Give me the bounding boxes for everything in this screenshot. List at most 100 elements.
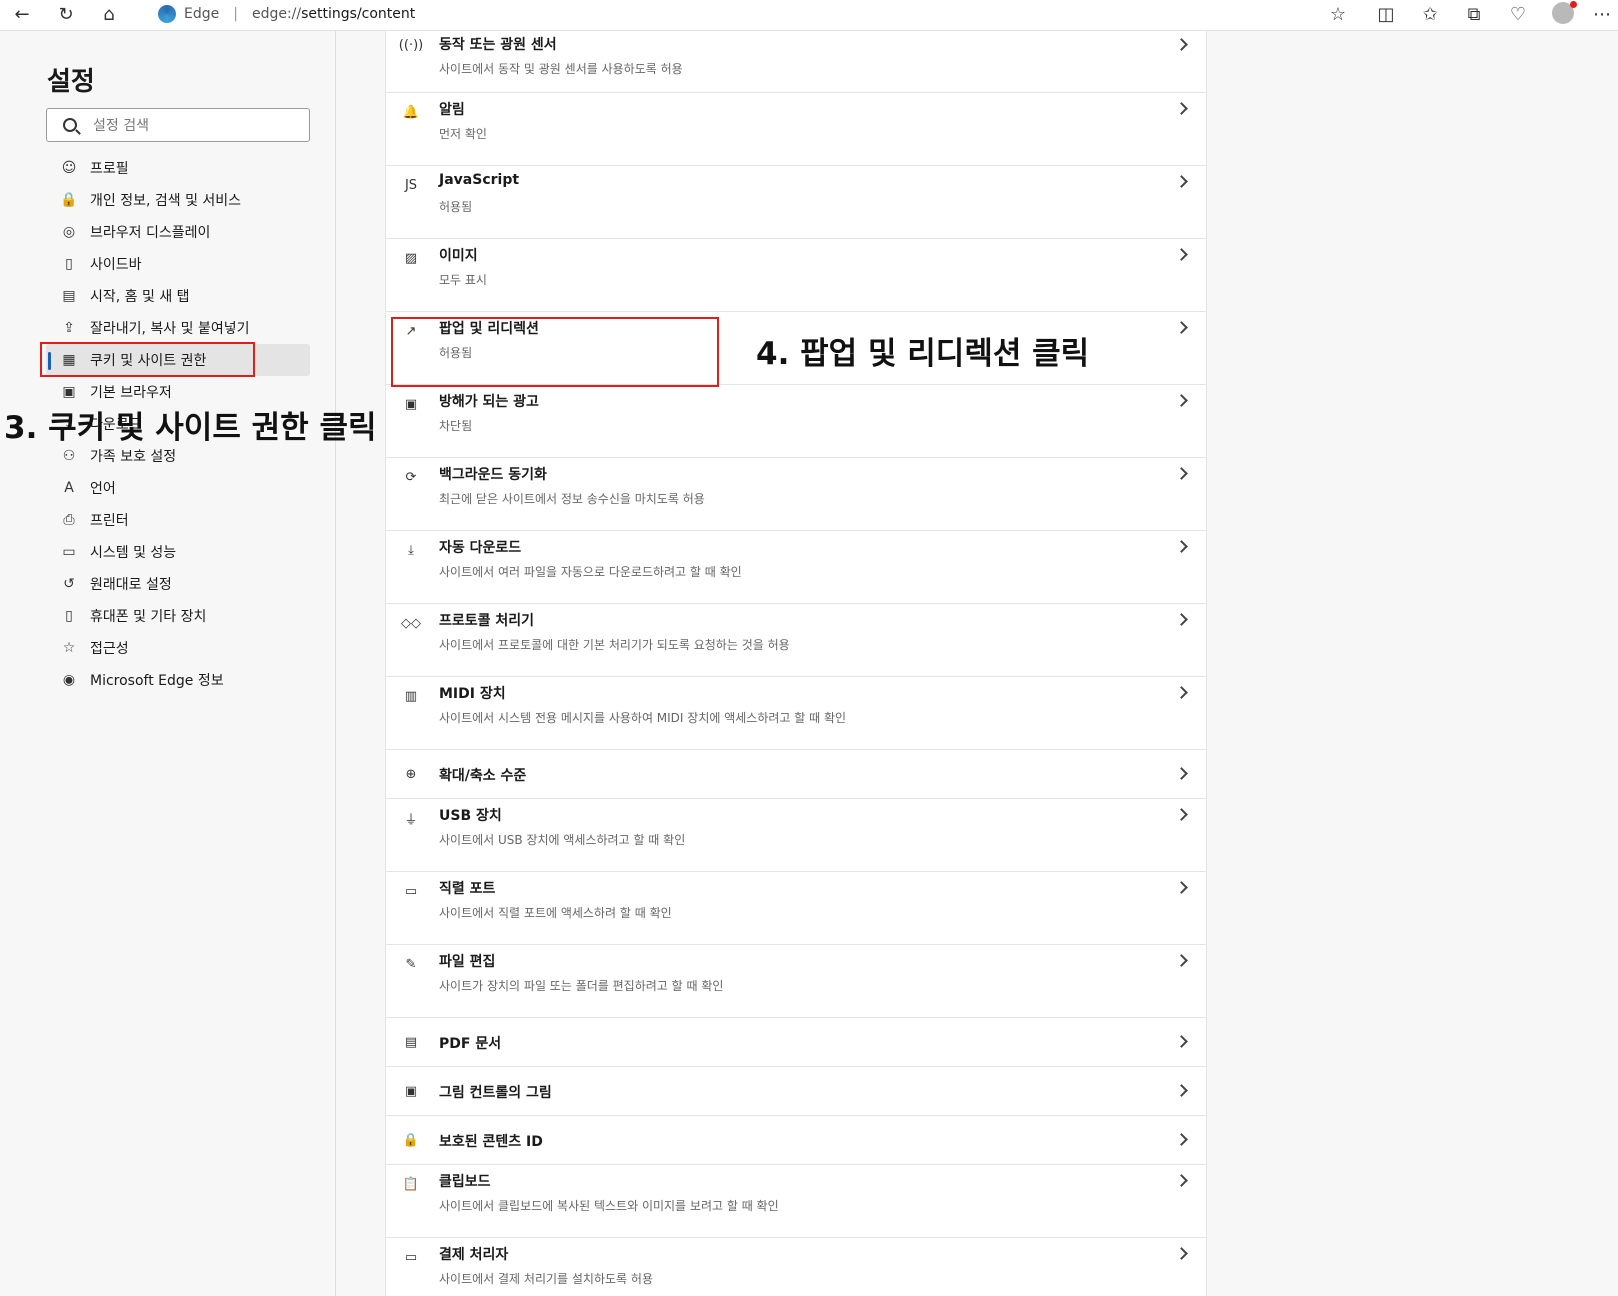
content-row-6[interactable]: ⟳ 백그라운드 동기화 최근에 닫은 사이트에서 정보 송수신을 마치도록 허용 (386, 458, 1206, 531)
favorites-icon[interactable]: ✩ (1414, 0, 1446, 28)
home-icon[interactable]: ⌂ (93, 0, 125, 28)
content-row-5[interactable]: ▣ 방해가 되는 광고 차단됨 (386, 385, 1206, 458)
favorite-star-icon[interactable]: ☆ (1322, 0, 1354, 28)
content-row-0[interactable]: ((·)) 동작 또는 광원 센서 사이트에서 동작 및 광원 센서를 사용하도록 … (386, 31, 1206, 93)
javascript-icon: JS (404, 177, 418, 193)
sidebar-item-1[interactable]: 🔒 개인 정보, 검색 및 서비스 (46, 184, 310, 216)
settings-title: 설정 (47, 67, 95, 97)
sidebar-item-label: 개인 정보, 검색 및 서비스 (90, 193, 242, 209)
sidebar-item-label: 브라우저 디스플레이 (90, 225, 211, 241)
content-row-9[interactable]: ▥ MIDI 장치 사이트에서 시스템 전용 메시지를 사용하여 MIDI 장치에 … (386, 677, 1206, 750)
back-arrow-icon[interactable]: ← (6, 0, 38, 28)
sidebar-item-label: 가족 보호 설정 (90, 449, 177, 465)
refresh-icon[interactable]: ↻ (50, 0, 82, 28)
chevron-right-icon (1175, 1174, 1188, 1187)
language-icon: A (64, 480, 74, 496)
usb-icon: ⏚ (404, 812, 418, 828)
address-separator: | (233, 6, 238, 22)
row-subtitle: 사이트가 장치의 파일 또는 폴더를 편집하려고 할 때 확인 (439, 979, 724, 993)
sidebar-item-2[interactable]: ◎ 브라우저 디스플레이 (46, 216, 310, 248)
sidebar-item-12[interactable]: ▭ 시스템 및 성능 (46, 536, 310, 568)
url-prefix: edge:// (251, 6, 302, 22)
content-row-12[interactable]: ▭ 직렬 포트 사이트에서 직렬 포트에 액세스하려 할 때 확인 (386, 872, 1206, 945)
highlight-box-popups (391, 317, 719, 387)
row-subtitle: 사이트에서 결제 처리기를 설치하도록 허용 (439, 1272, 653, 1286)
browser-icon: ▣ (62, 384, 76, 400)
content-row-3[interactable]: ▨ 이미지모두 표시 (386, 239, 1206, 312)
content-row-16[interactable]: 🔒 보호된 콘텐츠 ID (386, 1116, 1206, 1165)
chevron-right-icon (1175, 613, 1188, 626)
lock-icon: 🔒 (60, 192, 78, 208)
image-icon: ▨ (404, 250, 418, 266)
row-subtitle: 모두 표시 (439, 273, 487, 287)
sidebar-item-0[interactable]: ☺ 프로필 (46, 152, 310, 184)
chevron-right-icon (1175, 540, 1188, 553)
url-path: settings/content (301, 6, 416, 22)
content-row-17[interactable]: 📋 클립보드 사이트에서 클립보드에 복사된 텍스트와 이미지를 보려고 할 때 확… (386, 1165, 1206, 1238)
chevron-right-icon (1175, 248, 1188, 261)
reset-icon: ↺ (63, 576, 75, 592)
row-subtitle: 허용됨 (439, 200, 473, 214)
settings-sidebar: 설정 설정 검색 ☺ 프로필 🔒 개인 정보, 검색 및 서비스 ◎ 브라우저 디스플레이… (0, 31, 336, 1296)
chevron-right-icon (1175, 467, 1188, 480)
row-title: 이미지 (439, 248, 478, 264)
sync-icon: ⟳ (405, 469, 417, 485)
chevron-right-icon (1175, 686, 1188, 699)
accessibility-icon: ☆ (62, 640, 76, 656)
sidebar-item-14[interactable]: ▯ 휴대폰 및 기타 장치 (46, 600, 310, 632)
edge-icon: ◉ (62, 672, 76, 688)
home-tab-icon: ▤ (62, 288, 76, 304)
pip-icon: ▣ (404, 1083, 418, 1099)
content-row-2[interactable]: JS JavaScript 허용됨 (386, 166, 1206, 239)
file-edit-icon: ✎ (405, 956, 417, 972)
sidebar-item-4[interactable]: ▤ 시작, 홈 및 새 탭 (46, 280, 310, 312)
chevron-right-icon (1175, 1084, 1188, 1097)
row-title: 클립보드 (439, 1174, 491, 1190)
sidebar-item-3[interactable]: ▯ 사이드바 (46, 248, 310, 280)
content-row-13[interactable]: ✎ 파일 편집 사이트가 장치의 파일 또는 폴더를 편집하려고 할 때 확인 (386, 945, 1206, 1018)
bell-icon: 🔔 (402, 104, 420, 120)
row-subtitle: 사이트에서 클립보드에 복사된 텍스트와 이미지를 보려고 할 때 확인 (439, 1199, 779, 1213)
more-menu-icon[interactable]: ⋯ (1588, 0, 1616, 28)
row-title: 동작 또는 광원 센서 (439, 37, 557, 53)
sidebar-item-label: 사이드바 (90, 257, 142, 273)
sidebar-icon: ▯ (65, 256, 73, 272)
collections-icon[interactable]: ⧉ (1458, 0, 1490, 28)
row-subtitle: 차단됨 (439, 419, 473, 433)
sidebar-item-11[interactable]: ⎙ 프린터 (46, 504, 310, 536)
search-placeholder: 설정 검색 (93, 118, 149, 134)
chevron-right-icon (1175, 1035, 1188, 1048)
content-row-14[interactable]: ▤ PDF 문서 (386, 1018, 1206, 1067)
annotation-step4: 4. 팝업 및 리디렉션 클릭 (756, 336, 1090, 372)
sidebar-item-16[interactable]: ◉ Microsoft Edge 정보 (46, 664, 310, 696)
sidebar-item-10[interactable]: A 언어 (46, 472, 310, 504)
content-row-7[interactable]: ⤓ 자동 다운로드 사이트에서 여러 파일을 자동으로 다운로드하려고 할 때 확인 (386, 531, 1206, 604)
laptop-icon: ▭ (62, 544, 76, 560)
sidebar-item-5[interactable]: ⇪ 잘라내기, 복사 및 붙여넣기 (46, 312, 310, 344)
chevron-right-icon (1175, 808, 1188, 821)
annotation-step3: 3. 쿠키 및 사이트 권한 클릭 (4, 410, 377, 446)
sensor-icon: ((·)) (398, 37, 424, 53)
browser-essentials-icon[interactable]: ♡ (1502, 0, 1534, 28)
row-title: MIDI 장치 (439, 686, 506, 702)
row-title: 자동 다운로드 (439, 540, 522, 556)
sidebar-item-13[interactable]: ↺ 원래대로 설정 (46, 568, 310, 600)
chevron-right-icon (1175, 881, 1188, 894)
content-row-10[interactable]: ⊕ 확대/축소 수준 (386, 750, 1206, 799)
content-row-15[interactable]: ▣ 그림 컨트롤의 그림 (386, 1067, 1206, 1116)
split-screen-icon[interactable]: ◫ (1370, 0, 1402, 28)
content-row-11[interactable]: ⏚ USB 장치 사이트에서 USB 장치에 액세스하려고 할 때 확인 (386, 799, 1206, 872)
content-row-1[interactable]: 🔔 알림 먼저 확인 (386, 93, 1206, 166)
settings-search-input[interactable]: 설정 검색 (46, 108, 310, 142)
address-bar[interactable]: Edge | edge://settings/content (140, 1, 1340, 27)
profile-icon: ☺ (61, 160, 77, 176)
sidebar-item-label: 프린터 (90, 513, 129, 529)
pdf-icon: ▤ (404, 1034, 418, 1050)
browser-toolbar: ← ↻ ⌂ Edge | edge://settings/content ☆ ◫… (0, 0, 1618, 31)
content-row-8[interactable]: ◇◇ 프로토콜 처리기 사이트에서 프로토콜에 대한 기본 처리기가 되도록 요청하… (386, 604, 1206, 677)
content-row-18[interactable]: ▭ 결제 처리자 사이트에서 결제 처리기를 설치하도록 허용 (386, 1238, 1206, 1296)
sidebar-item-15[interactable]: ☆ 접근성 (46, 632, 310, 664)
row-subtitle: 사이트에서 직렬 포트에 액세스하려 할 때 확인 (439, 906, 672, 920)
notification-dot (1570, 1, 1577, 8)
row-title: 백그라운드 동기화 (439, 467, 547, 483)
